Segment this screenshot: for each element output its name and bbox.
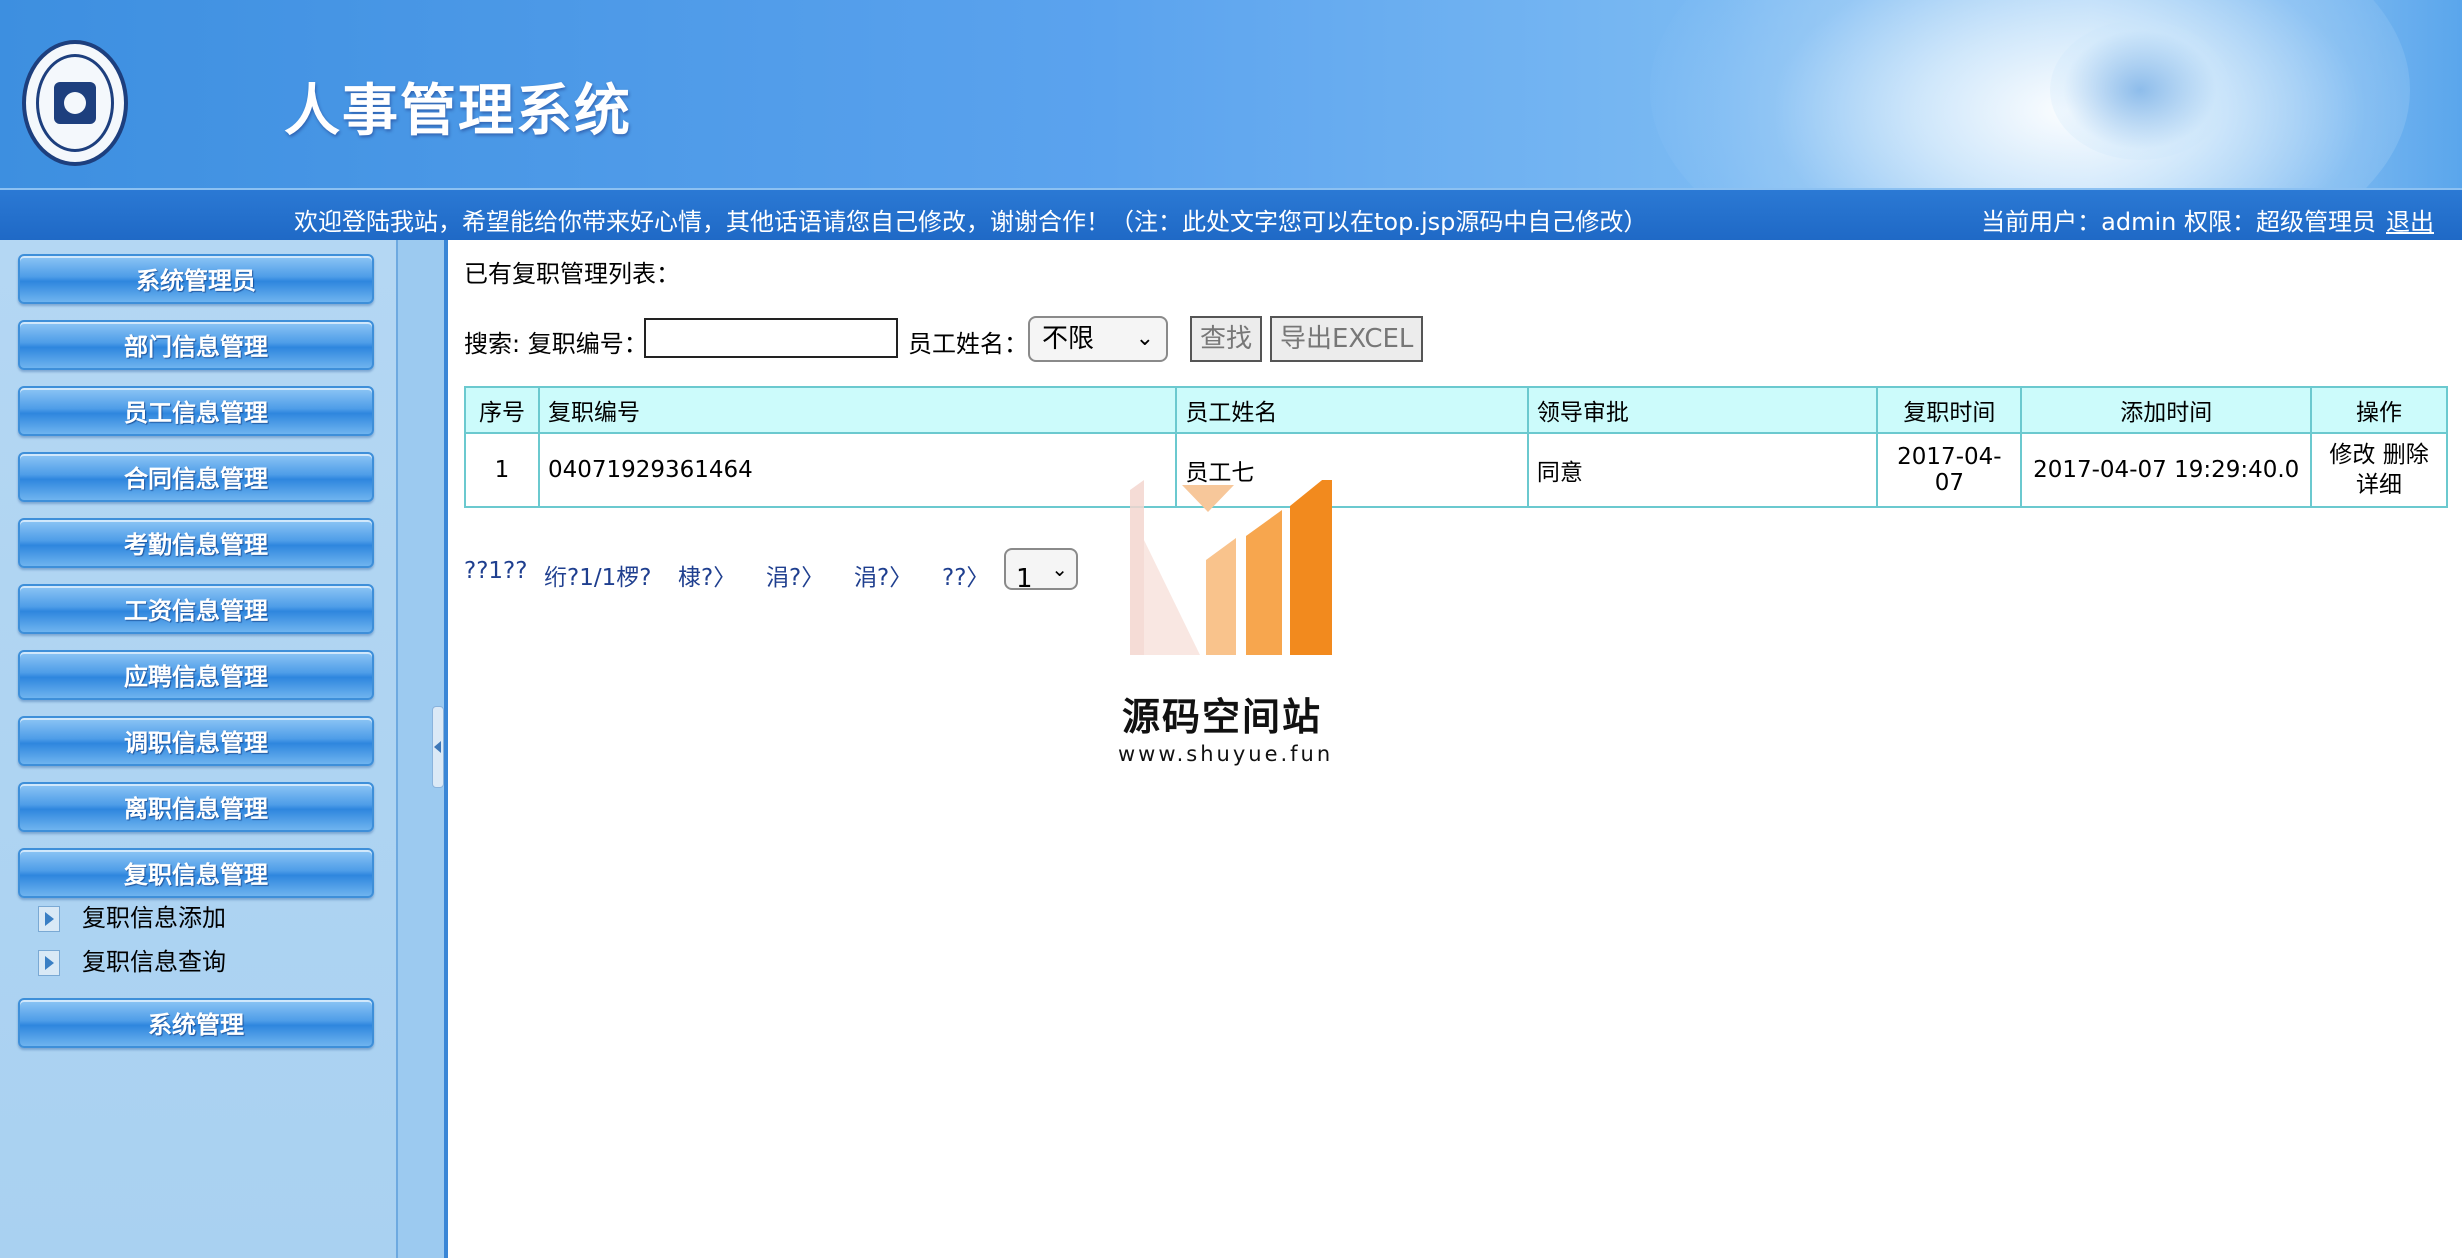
menu-attendance[interactable]: 考勤信息管理 <box>18 518 374 568</box>
employee-name-label: 员工姓名： <box>908 330 1028 358</box>
cell-date: 2017-04-07 <box>1876 432 2023 508</box>
chevron-down-icon: ⌄ <box>1135 326 1154 351</box>
play-arrow-icon <box>38 950 60 976</box>
submenu-reinstatement-query[interactable]: 复职信息查询 <box>38 944 226 980</box>
table-header-row: 序号 复职编号 员工姓名 领导审批 复职时间 添加时间 操作 <box>464 386 2448 434</box>
col-header-name: 员工姓名 <box>1175 386 1529 434</box>
search-code-label: 搜索: 复职编号： <box>464 330 648 358</box>
banner-decoration <box>1650 0 2410 188</box>
submenu-label: 复职信息添加 <box>82 904 226 932</box>
col-header-code: 复职编号 <box>537 386 1178 434</box>
menu-system-manage[interactable]: 系统管理 <box>18 998 374 1048</box>
export-excel-button[interactable]: 导出EXCEL <box>1270 316 1424 362</box>
pager-first-link[interactable]: 棣?〉 <box>678 558 736 592</box>
user-info: 当前用户：admin 权限：超级管理员 退出 <box>1981 202 2434 237</box>
detail-link[interactable]: 详细 <box>2356 472 2402 498</box>
current-user-text: 当前用户：admin 权限：超级管理员 <box>1981 208 2376 236</box>
menu-salary[interactable]: 工资信息管理 <box>18 584 374 634</box>
cell-code: 04071929361464 <box>537 432 1178 508</box>
watermark-title: 源码空间站 <box>1122 695 1323 739</box>
search-code-input[interactable] <box>644 318 898 358</box>
submenu-reinstatement-add[interactable]: 复职信息添加 <box>38 900 226 936</box>
collapse-sidebar-handle[interactable] <box>432 706 444 788</box>
col-header-added: 添加时间 <box>2020 386 2313 434</box>
pager-total: ??1?? <box>464 558 528 584</box>
cell-actions: 修改 删除 详细 <box>2310 432 2448 508</box>
pager-page-info: 绗?1/1椤? <box>544 565 652 591</box>
menu-resignation[interactable]: 离职信息管理 <box>18 782 374 832</box>
cell-approval: 同意 <box>1526 432 1879 508</box>
university-logo-icon <box>22 40 128 166</box>
pager-last-link[interactable]: ??〉 <box>942 558 989 592</box>
page-select-value: 1 <box>1016 564 1033 594</box>
menu-transfer[interactable]: 调职信息管理 <box>18 716 374 766</box>
pager-prev-link[interactable]: 涓?〉 <box>766 558 824 592</box>
header-banner: 人事管理系统 <box>0 0 2462 188</box>
menu-reinstatement[interactable]: 复职信息管理 <box>18 848 374 898</box>
menu-contract[interactable]: 合同信息管理 <box>18 452 374 502</box>
menu-system-admin[interactable]: 系统管理员 <box>18 254 374 304</box>
col-header-actions: 操作 <box>2310 386 2448 434</box>
submenu-label: 复职信息查询 <box>82 948 226 976</box>
banner-decoration-2 <box>2050 20 2230 160</box>
delete-link[interactable]: 删除 <box>2383 442 2429 468</box>
edit-link[interactable]: 修改 <box>2329 442 2375 468</box>
menu-department[interactable]: 部门信息管理 <box>18 320 374 370</box>
list-title: 已有复职管理列表： <box>464 260 680 288</box>
page-select[interactable]: 1 ⌄ <box>1004 548 1078 594</box>
search-button[interactable]: 查找 <box>1190 316 1263 362</box>
col-header-index: 序号 <box>464 386 540 434</box>
col-header-date: 复职时间 <box>1876 386 2023 434</box>
welcome-text: 欢迎登陆我站，希望能给你带来好心情，其他话语请您自己修改，谢谢合作！（注：此处文… <box>294 208 1648 236</box>
menu-recruitment[interactable]: 应聘信息管理 <box>18 650 374 700</box>
pager-next-link[interactable]: 涓?〉 <box>854 558 912 592</box>
cell-added: 2017-04-07 19:29:40.0 <box>2020 432 2313 508</box>
app-title: 人事管理系统 <box>284 79 632 144</box>
cell-index: 1 <box>464 432 540 508</box>
main-content: 已有复职管理列表： 搜索: 复职编号： 员工姓名： 不限 ⌄ 查找 导出EXCE… <box>448 240 2462 1258</box>
select-value: 不限 <box>1042 324 1095 354</box>
reinstatement-table: 序号 复职编号 员工姓名 领导审批 复职时间 添加时间 操作 1 0407192… <box>464 386 2448 508</box>
employee-name-select[interactable]: 不限 ⌄ <box>1028 316 1168 362</box>
welcome-bar: 欢迎登陆我站，希望能给你带来好心情，其他话语请您自己修改，谢谢合作！（注：此处文… <box>0 188 2462 240</box>
watermark-url: www.shuyue.fun <box>1118 742 1334 766</box>
sidebar: 系统管理员 部门信息管理 员工信息管理 合同信息管理 考勤信息管理 工资信息管理… <box>0 240 398 1258</box>
logout-link[interactable]: 退出 <box>2386 208 2434 236</box>
play-arrow-icon <box>38 906 60 932</box>
menu-employee[interactable]: 员工信息管理 <box>18 386 374 436</box>
table-row: 1 04071929361464 员工七 同意 2017-04-07 2017-… <box>464 432 2448 508</box>
search-row: 搜索: 复职编号： 员工姓名： 不限 ⌄ 查找 导出EXCEL <box>464 316 1964 362</box>
col-header-approval: 领导审批 <box>1526 386 1879 434</box>
chevron-down-icon: ⌄ <box>1051 557 1068 581</box>
